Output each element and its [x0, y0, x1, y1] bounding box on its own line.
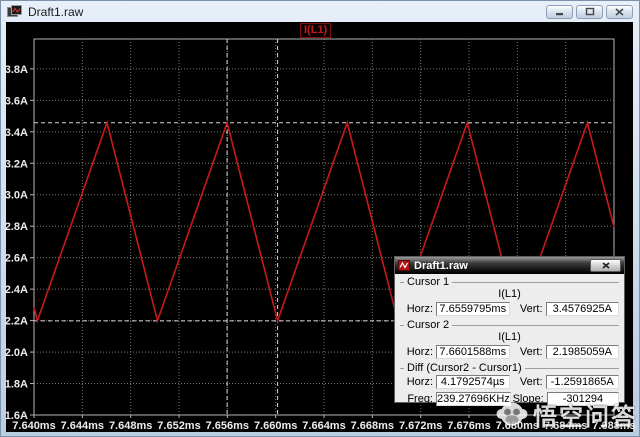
- y-tick-label: 2.2A: [5, 316, 28, 328]
- x-tick-label: 7.676ms: [447, 420, 490, 432]
- diff-group: Diff (Cursor2 - Cursor1) Horz: 4.1792574…: [400, 363, 619, 409]
- diff-slope-label: Slope:: [511, 393, 544, 405]
- cursor1-signal: I(L1): [400, 288, 619, 301]
- y-tick-label: 1.8A: [5, 379, 28, 391]
- x-tick-label: 7.652ms: [157, 420, 200, 432]
- x-tick-label: 7.664ms: [302, 420, 345, 432]
- x-tick-label: 7.660ms: [254, 420, 297, 432]
- y-tick-label: 2.0A: [5, 347, 28, 359]
- cursor2-horz-label: Horz:: [400, 346, 433, 358]
- cursor-dialog-title: Draft1.raw: [414, 260, 468, 272]
- y-tick-label: 3.2A: [5, 158, 28, 170]
- y-tick-label: 3.8A: [5, 64, 28, 76]
- x-tick-label: 7.688ms: [592, 420, 635, 432]
- waveform-window: Draft1.raw 7.640ms7.644ms7.648ms7.652ms7…: [0, 0, 640, 437]
- diff-freq-value[interactable]: 239.27696KHz: [436, 392, 511, 406]
- y-tick-label: 2.4A: [5, 284, 28, 296]
- x-tick-label: 7.648ms: [109, 420, 152, 432]
- diff-vert-value[interactable]: -1.2591865A: [546, 375, 620, 389]
- y-tick-label: 3.0A: [5, 190, 28, 202]
- x-tick-label: 7.656ms: [206, 420, 249, 432]
- y-tick-label: 2.6A: [5, 253, 28, 265]
- cursor2-vert-value[interactable]: 2.1985059A: [546, 345, 620, 359]
- cursor2-vert-label: Vert:: [510, 346, 543, 358]
- cursor-dialog-close-icon: [602, 262, 610, 269]
- diff-freq-label: Freq:: [400, 393, 433, 405]
- x-tick-label: 7.680ms: [496, 420, 539, 432]
- cursor1-group: Cursor 1 I(L1) Horz: 7.6559795ms Vert: 3…: [400, 277, 619, 319]
- x-tick-label: 7.668ms: [351, 420, 394, 432]
- y-tick-label: 2.8A: [5, 221, 28, 233]
- diff-group-label: Diff (Cursor2 - Cursor1): [407, 363, 522, 374]
- x-tick-label: 7.644ms: [61, 420, 104, 432]
- trace-name-label[interactable]: I(L1): [300, 23, 331, 38]
- cursor1-horz-value[interactable]: 7.6559795ms: [436, 302, 510, 316]
- cursor1-vert-label: Vert:: [510, 303, 543, 315]
- diff-slope-value[interactable]: -301294: [547, 392, 619, 406]
- diff-horz-value[interactable]: 4.1792574µs: [436, 375, 510, 389]
- cursor1-horz-label: Horz:: [400, 303, 433, 315]
- cursor2-signal: I(L1): [400, 331, 619, 344]
- x-tick-label: 7.684ms: [544, 420, 587, 432]
- cursor1-group-label: Cursor 1: [407, 277, 449, 288]
- cursor-dialog[interactable]: Draft1.raw Cursor 1 I(L1) Horz: 7.655979…: [394, 256, 625, 403]
- diff-vert-label: Vert:: [510, 376, 543, 388]
- y-tick-label: 3.4A: [5, 127, 28, 139]
- y-tick-label: 1.6A: [5, 410, 28, 422]
- cursor-dialog-icon: [398, 260, 410, 271]
- cursor-dialog-close-button[interactable]: [590, 259, 621, 272]
- cursor2-horz-value[interactable]: 7.6601588ms: [436, 345, 510, 359]
- cursor1-vert-value[interactable]: 3.4576925A: [546, 302, 620, 316]
- y-tick-label: 3.6A: [5, 95, 28, 107]
- x-tick-label: 7.672ms: [399, 420, 442, 432]
- diff-horz-label: Horz:: [400, 376, 433, 388]
- cursor2-group: Cursor 2 I(L1) Horz: 7.6601588ms Vert: 2…: [400, 320, 619, 362]
- cursor2-group-label: Cursor 2: [407, 320, 449, 331]
- cursor-dialog-titlebar[interactable]: Draft1.raw: [395, 257, 624, 274]
